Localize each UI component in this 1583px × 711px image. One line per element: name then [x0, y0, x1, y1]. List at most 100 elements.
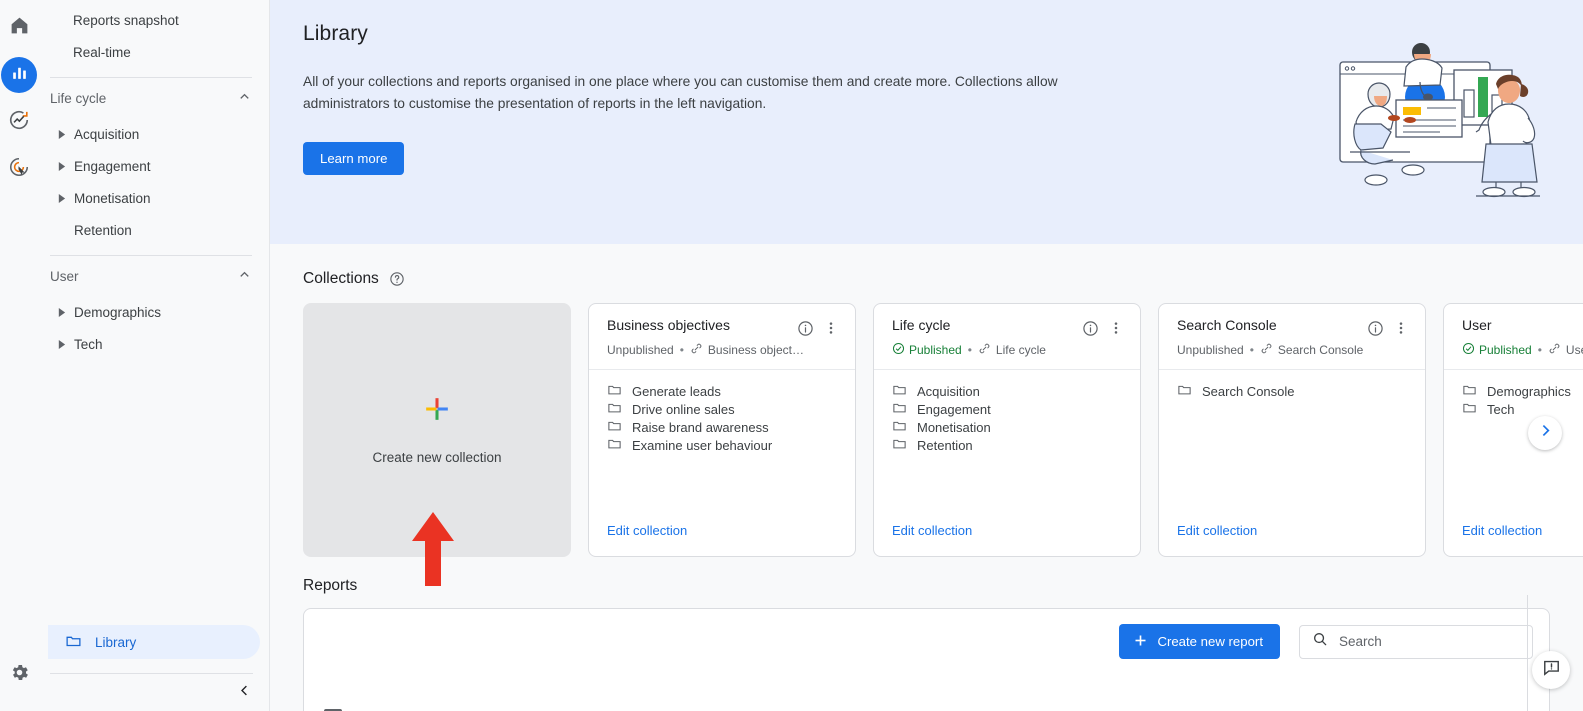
reports-table-header: Type Name Creator Last modified ↓ Templa…: [304, 705, 1549, 711]
nav-group-user[interactable]: User: [38, 256, 269, 296]
create-new-report-button[interactable]: Create new report: [1119, 624, 1280, 659]
search-box[interactable]: [1299, 624, 1533, 659]
chevron-right-icon: [53, 307, 69, 317]
info-icon[interactable]: [1079, 317, 1101, 339]
chevron-right-icon: [53, 193, 69, 203]
edit-collection-link[interactable]: Edit collection: [607, 523, 687, 538]
rail-item-admin[interactable]: [1, 657, 37, 693]
folder-item[interactable]: Monetisation: [892, 418, 1126, 436]
status-badge: Unpublished: [1177, 343, 1244, 357]
search-icon: [1312, 631, 1328, 652]
plus-icon: [1133, 633, 1148, 651]
sidebar-item-retention[interactable]: Retention: [38, 214, 269, 246]
card-status-row: Unpublished • Search Console: [1177, 342, 1412, 358]
feedback-icon: [1542, 658, 1561, 682]
status-badge: Unpublished: [607, 343, 674, 357]
sidebar-item-library[interactable]: Library: [48, 625, 260, 659]
card-source-chip: User: [1548, 342, 1583, 358]
sidebar-item-engagement[interactable]: Engagement: [38, 150, 269, 182]
card-title: User: [1462, 317, 1492, 333]
more-options-icon[interactable]: [820, 317, 842, 339]
separator-dot: •: [967, 343, 972, 357]
folder-item[interactable]: Search Console: [1177, 382, 1411, 400]
collapse-nav-button[interactable]: [231, 680, 257, 706]
folder-item[interactable]: Examine user behaviour: [607, 436, 841, 454]
advertising-icon: [8, 156, 30, 183]
card-source-chip: Search Console: [1260, 342, 1363, 358]
rail-item-reports[interactable]: [1, 57, 37, 93]
sidebar-item-label: Tech: [74, 336, 103, 352]
folder-icon: [607, 400, 622, 418]
reports-panel: Create new report Type Name Creator Last…: [303, 608, 1550, 711]
page-description: All of your collections and reports orga…: [303, 74, 1058, 111]
more-options-icon[interactable]: [1390, 317, 1412, 339]
edit-collection-link[interactable]: Edit collection: [1177, 523, 1257, 538]
chevron-right-icon: [1537, 422, 1554, 444]
folder-icon: [607, 382, 622, 400]
folder-icon: [892, 400, 907, 418]
folder-label: Retention: [917, 437, 973, 453]
template-link-icon: [1548, 342, 1561, 358]
create-new-report-label: Create new report: [1157, 634, 1263, 649]
sidebar-item-label: Monetisation: [74, 190, 151, 206]
panel-edge-divider: [1527, 595, 1528, 711]
rail-item-advertising[interactable]: [1, 151, 37, 187]
card-source-label: Life cycle: [995, 343, 1046, 357]
folder-item[interactable]: Retention: [892, 436, 1126, 454]
nav-item-reports-snapshot[interactable]: Reports snapshot: [38, 4, 269, 36]
sidebar-item-label: Engagement: [74, 158, 151, 174]
card-header: Life cycle Published • Life cycle: [874, 304, 1140, 370]
sidebar-item-tech[interactable]: Tech: [38, 328, 269, 360]
folder-item[interactable]: Raise brand awareness: [607, 418, 841, 436]
folder-item[interactable]: Drive online sales: [607, 400, 841, 418]
collection-card-search-console[interactable]: Search Console Unpublished • Search Cons…: [1158, 303, 1426, 557]
folder-item[interactable]: Acquisition: [892, 382, 1126, 400]
sidebar-item-label: Retention: [74, 222, 132, 238]
card-status-row: Published • Life cycle: [892, 342, 1127, 358]
left-navigation-panel: Reports snapshot Real-time Life cycle Ac…: [38, 0, 270, 711]
collection-card-business-objectives[interactable]: Business objectives Unpublished • Busine…: [588, 303, 856, 557]
separator-dot: •: [1537, 343, 1542, 357]
sidebar-item-monetisation[interactable]: Monetisation: [38, 182, 269, 214]
check-circle-icon: [892, 342, 905, 358]
nav-item-real-time[interactable]: Real-time: [38, 36, 269, 68]
create-new-collection-card[interactable]: Create new collection: [303, 303, 571, 586]
card-folder-list: Demographics Tech: [1444, 370, 1583, 522]
card-folder-list: Generate leads Drive online sales Raise …: [589, 370, 855, 522]
info-icon[interactable]: [794, 317, 816, 339]
card-source-chip: Business object…: [690, 342, 804, 358]
more-options-icon[interactable]: [1105, 317, 1127, 339]
edit-collection-link[interactable]: Edit collection: [1462, 523, 1542, 538]
folder-icon: [607, 436, 622, 454]
edit-collection-link[interactable]: Edit collection: [892, 523, 972, 538]
collections-heading: Collections: [303, 270, 379, 287]
send-feedback-button[interactable]: [1532, 651, 1570, 689]
sidebar-item-demographics[interactable]: Demographics: [38, 296, 269, 328]
chevron-right-icon: [53, 129, 69, 139]
folder-item[interactable]: Demographics: [1462, 382, 1583, 400]
help-icon[interactable]: [389, 271, 405, 287]
info-icon[interactable]: [1364, 317, 1386, 339]
reports-toolbar: Create new report: [1119, 624, 1533, 659]
card-header: Search Console Unpublished • Search Cons…: [1159, 304, 1425, 370]
folder-icon: [1462, 382, 1477, 400]
folder-item[interactable]: Engagement: [892, 400, 1126, 418]
collection-card-life-cycle[interactable]: Life cycle Published • Life cycle Acquis…: [873, 303, 1141, 557]
reports-icon: [10, 63, 29, 87]
rail-item-explore[interactable]: [1, 104, 37, 140]
rail-item-home[interactable]: [1, 10, 37, 46]
card-status-row: Unpublished • Business object…: [607, 342, 842, 358]
folder-label: Drive online sales: [632, 401, 735, 417]
search-input[interactable]: [1339, 634, 1520, 649]
folder-item[interactable]: Generate leads: [607, 382, 841, 400]
folder-label: Monetisation: [917, 419, 991, 435]
sidebar-item-label: Library: [95, 634, 137, 650]
learn-more-button[interactable]: Learn more: [303, 142, 405, 175]
sidebar-item-acquisition[interactable]: Acquisition: [38, 118, 269, 150]
nav-group-life-cycle[interactable]: Life cycle: [38, 78, 269, 118]
carousel-next-button[interactable]: [1528, 416, 1562, 450]
template-link-icon: [690, 342, 703, 358]
status-badge: Published: [1462, 342, 1532, 358]
collection-card-user[interactable]: User Published • Us Demographics Tech Ed…: [1443, 303, 1583, 557]
folder-item[interactable]: Tech: [1462, 400, 1583, 418]
